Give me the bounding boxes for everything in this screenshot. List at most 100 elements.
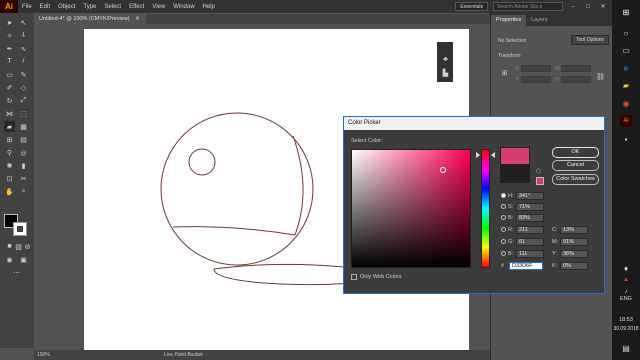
scale-tool-icon[interactable]: ⤢ — [18, 95, 29, 106]
windows-start-icon[interactable]: ⊞ — [620, 6, 632, 18]
gamut-correction-swatch[interactable] — [536, 177, 544, 185]
menu-object[interactable]: Object — [54, 4, 79, 10]
only-web-colors[interactable]: Only Web Colors — [351, 274, 401, 280]
free-transform-icon[interactable]: ⬚ — [18, 108, 29, 119]
magic-wand-icon[interactable]: ✧ — [4, 30, 15, 41]
out-of-gamut-icon[interactable]: ⬡ — [536, 168, 541, 175]
search-icon[interactable]: ○ — [620, 27, 632, 39]
menu-type[interactable]: Type — [79, 4, 100, 10]
symbol-sprayer-icon[interactable]: ✺ — [4, 160, 15, 171]
libraries-icon[interactable]: ▙ — [440, 67, 451, 78]
menu-view[interactable]: View — [148, 4, 169, 10]
hue-field[interactable]: 341° — [516, 191, 544, 200]
illustrator-taskbar-icon[interactable]: Ai — [620, 115, 632, 127]
blue-radio[interactable] — [501, 251, 506, 256]
perspective-grid-icon[interactable]: ▦ — [18, 121, 29, 132]
black-field[interactable]: 0% — [560, 261, 588, 270]
current-color-preview[interactable] — [500, 165, 530, 183]
only-web-colors-checkbox[interactable] — [351, 274, 357, 280]
color-field[interactable] — [351, 149, 471, 268]
minimize-icon[interactable]: – — [568, 4, 578, 10]
eyedropper-icon[interactable]: ⚲ — [4, 147, 15, 158]
blue-field[interactable]: 111 — [516, 249, 544, 258]
cyan-field[interactable]: 13% — [560, 225, 588, 234]
language-indicator[interactable]: ENG — [612, 296, 640, 302]
screen-mode-icon[interactable]: ▣ — [18, 254, 29, 265]
saturation-radio[interactable] — [501, 204, 506, 209]
gradient-tool-icon[interactable]: ▤ — [18, 134, 29, 145]
rectangle-tool-icon[interactable]: ▭ — [4, 69, 15, 80]
y-field[interactable] — [521, 76, 551, 83]
clock-date[interactable]: 30.09.2018 — [612, 326, 640, 332]
hue-slider-arrow-left[interactable] — [476, 152, 480, 158]
mesh-tool-icon[interactable]: ⊞ — [4, 134, 15, 145]
brightness-field[interactable]: 83% — [516, 213, 544, 222]
paintbrush-tool-icon[interactable]: ✎ — [18, 69, 29, 80]
green-radio[interactable] — [501, 239, 506, 244]
zoom-level[interactable]: 100% — [37, 352, 50, 358]
symbols-icon[interactable]: ♣ — [440, 54, 451, 65]
x-field[interactable] — [521, 65, 551, 72]
hex-field[interactable]: D33D6F — [509, 261, 543, 270]
hue-slider-arrow-right[interactable] — [491, 152, 495, 158]
menu-edit[interactable]: Edit — [36, 4, 54, 10]
constrain-proportions-icon[interactable]: ⛓ — [595, 71, 606, 82]
magenta-field[interactable]: 91% — [560, 237, 588, 246]
menu-help[interactable]: Help — [199, 4, 219, 10]
task-view-icon[interactable]: ▭ — [620, 44, 632, 56]
h-field[interactable] — [561, 76, 591, 83]
none-mode-icon[interactable]: ⊘ — [22, 241, 33, 252]
red-field[interactable]: 211 — [516, 225, 544, 234]
edge-icon[interactable]: e — [620, 62, 632, 74]
file-explorer-icon[interactable]: ▰ — [620, 79, 632, 91]
curvature-tool-icon[interactable]: ∿ — [18, 43, 29, 54]
cancel-button[interactable]: Cancel — [552, 160, 599, 171]
tray-icon-2[interactable]: ▲ — [620, 274, 632, 286]
selection-tool-icon[interactable]: ➤ — [4, 17, 15, 28]
brightness-radio[interactable] — [501, 215, 506, 220]
draw-mode-icon[interactable]: ◉ — [4, 254, 15, 265]
app-icon[interactable]: ▪ — [620, 133, 632, 145]
slice-tool-icon[interactable]: ✂ — [18, 173, 29, 184]
menu-file[interactable]: File — [18, 4, 36, 10]
notifications-icon[interactable]: ▤ — [620, 342, 632, 354]
tool-options-button[interactable]: Tool Options — [571, 35, 609, 45]
hand-tool-icon[interactable]: ✋ — [4, 186, 15, 197]
red-radio[interactable] — [501, 227, 506, 232]
type-tool-icon[interactable]: T — [4, 56, 15, 67]
menu-window[interactable]: Window — [169, 4, 198, 10]
close-icon[interactable]: ✕ — [598, 3, 608, 10]
tab-layers[interactable]: Layers — [526, 15, 553, 26]
zoom-tool-icon[interactable]: ⌕ — [18, 186, 29, 197]
width-tool-icon[interactable]: ⋈ — [4, 108, 15, 119]
eraser-tool-icon[interactable]: ◇ — [18, 82, 29, 93]
green-field[interactable]: 61 — [516, 237, 544, 246]
color-field-marker[interactable] — [440, 167, 446, 173]
reference-point-icon[interactable]: ⊞ — [499, 67, 510, 78]
direct-selection-tool-icon[interactable]: ↖ — [18, 17, 29, 28]
document-tab[interactable]: Untitled-4* @ 100% (CMYK/Preview) ✕ — [34, 14, 146, 24]
edit-toolbar-icon[interactable]: ⋯ — [11, 267, 22, 278]
tab-properties[interactable]: Properties — [491, 15, 527, 26]
pen-tool-icon[interactable]: ✒ — [4, 43, 15, 54]
maximize-icon[interactable]: □ — [583, 4, 593, 10]
stock-search-input[interactable]: Search Adobe Stock — [493, 2, 563, 11]
ok-button[interactable]: OK — [552, 147, 599, 158]
tab-close-icon[interactable]: ✕ — [135, 16, 140, 22]
line-tool-icon[interactable]: / — [18, 56, 29, 67]
rotate-tool-icon[interactable]: ↻ — [4, 95, 15, 106]
workspace-switcher[interactable]: Essentials — [455, 2, 488, 11]
clock-time[interactable]: 18:53 — [612, 317, 640, 323]
chrome-icon[interactable]: ◉ — [620, 97, 632, 109]
live-paint-bucket-icon[interactable]: ▰ — [4, 121, 15, 132]
blend-tool-icon[interactable]: ◎ — [18, 147, 29, 158]
hue-slider[interactable] — [481, 149, 490, 268]
artboard-tool-icon[interactable]: ⊡ — [4, 173, 15, 184]
w-field[interactable] — [561, 65, 591, 72]
graph-tool-icon[interactable]: ▮ — [18, 160, 29, 171]
color-swatches-button[interactable]: Color Swatches — [552, 174, 599, 185]
lasso-tool-icon[interactable]: ↆ — [18, 30, 29, 41]
stroke-color-swatch[interactable] — [13, 222, 27, 236]
saturation-field[interactable]: 71% — [516, 202, 544, 211]
tray-icon-1[interactable]: ♦ — [620, 262, 632, 274]
